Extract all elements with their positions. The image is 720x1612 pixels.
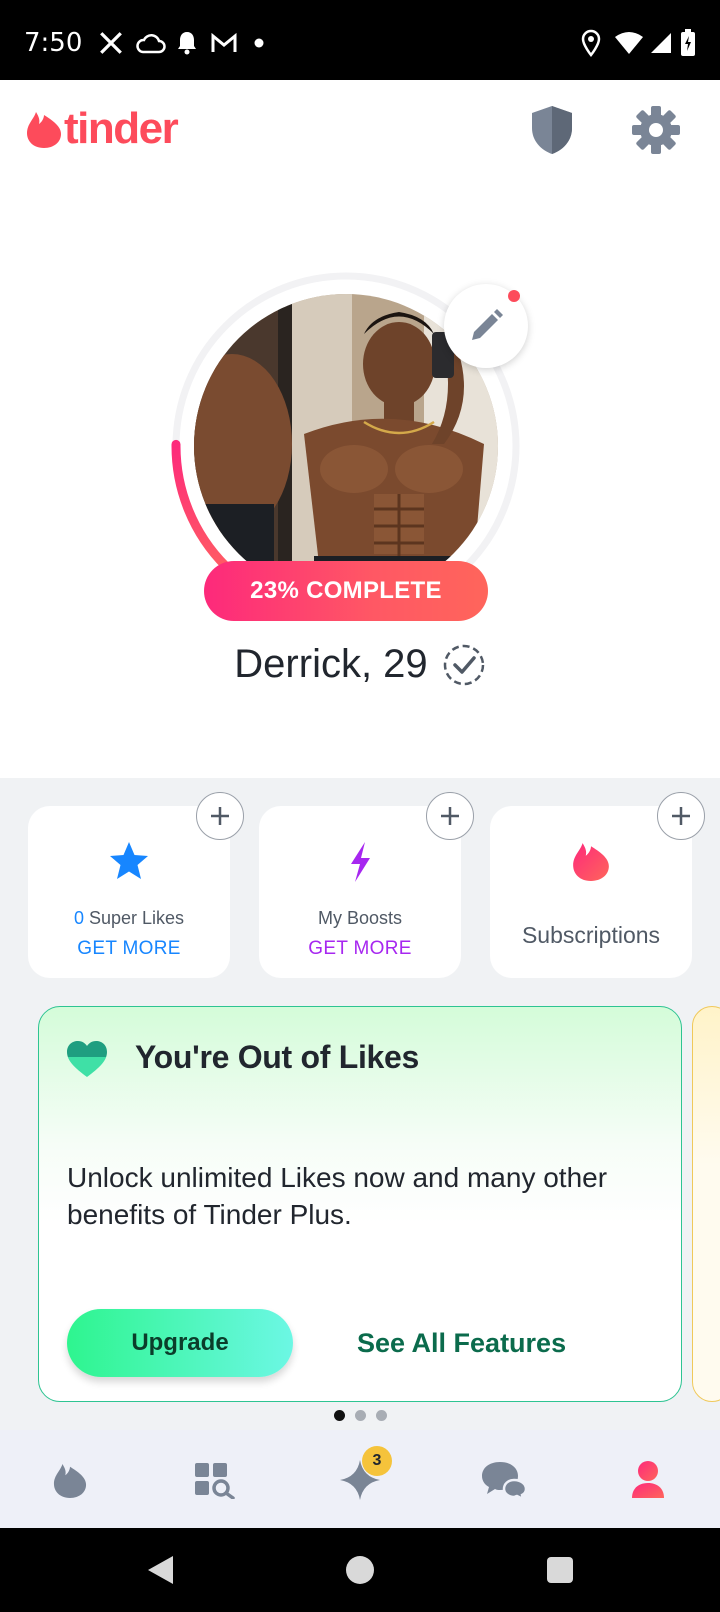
bolt-icon bbox=[259, 840, 461, 884]
flame-icon bbox=[53, 1463, 87, 1498]
plus-icon bbox=[211, 807, 229, 825]
location-icon bbox=[578, 28, 604, 58]
signal-icon bbox=[648, 28, 674, 58]
home-icon[interactable] bbox=[340, 1550, 380, 1590]
shield-icon[interactable] bbox=[524, 102, 580, 158]
profile-name: Derrick, 29 bbox=[234, 642, 428, 686]
logo-text: tinder bbox=[64, 104, 179, 153]
nav-gold[interactable]: 3 bbox=[332, 1446, 392, 1508]
add-subscription-button[interactable] bbox=[657, 792, 705, 840]
pencil-icon bbox=[472, 309, 503, 340]
recents-icon[interactable] bbox=[540, 1550, 580, 1590]
flame-logo-icon bbox=[27, 112, 61, 148]
carousel-indicator bbox=[0, 1410, 720, 1421]
flame-icon bbox=[490, 840, 692, 884]
cloud-icon bbox=[134, 28, 168, 58]
add-boosts-button[interactable] bbox=[426, 792, 474, 840]
super-likes-text: Super Likes bbox=[88, 908, 185, 928]
boosts-card[interactable]: My Boosts GET MORE bbox=[259, 806, 461, 978]
nav-profile[interactable] bbox=[620, 1452, 676, 1508]
super-likes-card[interactable]: 0 Super Likes GET MORE bbox=[28, 806, 230, 978]
upsell-body: Unlock unlimited Likes now and many othe… bbox=[67, 1162, 608, 1230]
profile-section: 23% COMPLETE Derrick, 29 bbox=[0, 180, 720, 778]
verify-badge-icon[interactable] bbox=[442, 643, 486, 687]
system-nav-bar bbox=[0, 1528, 720, 1612]
nav-explore[interactable] bbox=[186, 1452, 242, 1508]
completion-badge: 23% COMPLETE bbox=[204, 561, 488, 621]
name-row: Derrick, 29 bbox=[0, 642, 720, 687]
upsell-title: You're Out of Likes bbox=[135, 1039, 420, 1075]
subscriptions-label: Subscriptions bbox=[521, 922, 661, 948]
dot-icon bbox=[252, 28, 266, 58]
profile-icon bbox=[632, 1461, 664, 1498]
carousel-dot[interactable] bbox=[354, 1410, 366, 1421]
carousel-dot[interactable] bbox=[333, 1410, 345, 1421]
plus-icon bbox=[672, 807, 690, 825]
boosts-label: My Boosts bbox=[317, 908, 403, 928]
status-time: 7:50 bbox=[24, 28, 83, 58]
super-likes-count: 0 bbox=[73, 908, 84, 928]
tinder-logo[interactable]: tinder bbox=[26, 104, 179, 154]
subscriptions-card[interactable]: Subscriptions bbox=[490, 806, 692, 978]
status-bar: 7:50 bbox=[0, 0, 720, 80]
bottom-nav: 3 bbox=[0, 1430, 720, 1528]
edit-profile-button[interactable] bbox=[444, 284, 528, 368]
carousel-dot[interactable] bbox=[375, 1410, 387, 1421]
upsell-card[interactable]: You're Out of Likes Unlock unlimited Lik… bbox=[38, 1006, 682, 1402]
wifi-icon bbox=[612, 28, 646, 58]
notification-dot bbox=[508, 290, 520, 302]
x-icon bbox=[96, 28, 126, 58]
upgrade-button[interactable]: Upgrade bbox=[67, 1309, 293, 1377]
battery-icon bbox=[678, 28, 698, 58]
add-super-likes-button[interactable] bbox=[196, 792, 244, 840]
boosts-get-more[interactable]: GET MORE bbox=[259, 938, 461, 960]
heart-icon bbox=[67, 1041, 107, 1077]
chat-icon bbox=[482, 1462, 528, 1500]
super-likes-label: 0 Super Likes bbox=[28, 908, 230, 929]
likes-badge: 3 bbox=[362, 1446, 392, 1476]
super-likes-get-more[interactable]: GET MORE bbox=[28, 938, 230, 960]
gear-icon[interactable] bbox=[628, 102, 684, 158]
plus-icon bbox=[441, 807, 459, 825]
bell-icon bbox=[174, 28, 200, 58]
gmail-icon bbox=[208, 28, 240, 58]
app-header: tinder bbox=[0, 80, 720, 180]
nav-chat[interactable] bbox=[476, 1452, 532, 1508]
nav-swipe[interactable] bbox=[42, 1452, 98, 1508]
back-icon[interactable] bbox=[140, 1550, 180, 1590]
next-upsell-card[interactable] bbox=[692, 1006, 720, 1402]
explore-icon bbox=[195, 1463, 235, 1499]
see-all-features-button[interactable]: See All Features bbox=[357, 1309, 566, 1377]
star-icon bbox=[28, 840, 230, 884]
